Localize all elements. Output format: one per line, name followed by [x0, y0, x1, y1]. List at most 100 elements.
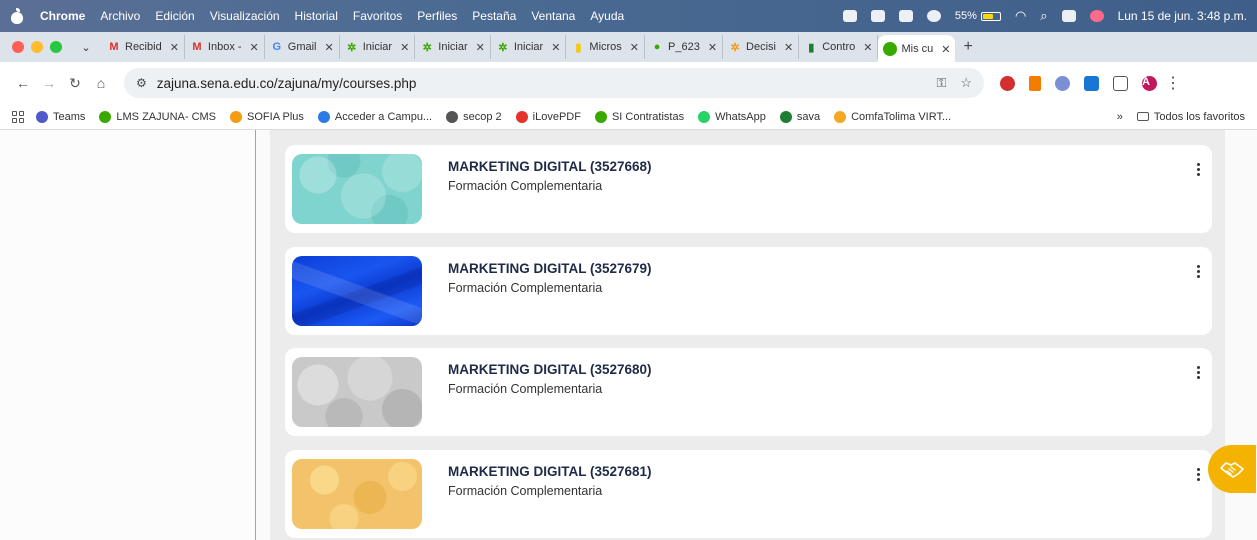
course-thumbnail[interactable] [292, 256, 422, 326]
help-handshake-button[interactable] [1208, 445, 1256, 493]
bookmark-item[interactable]: LMS ZAJUNA- CMS [99, 110, 217, 123]
profile-avatar[interactable]: A [1142, 75, 1157, 91]
tab-3[interactable]: ✲ Iniciar ✕ [340, 35, 416, 59]
all-bookmarks-folder[interactable]: Todos los favoritos [1136, 111, 1245, 123]
bookmark-favicon-icon [698, 110, 711, 123]
tab-7[interactable]: ● P_623 ✕ [645, 35, 724, 59]
bookmark-item[interactable]: secop 2 [446, 110, 502, 123]
siri-icon[interactable] [1089, 10, 1104, 22]
tab-1[interactable]: M Inbox - ✕ [185, 35, 265, 59]
close-tab-icon[interactable]: ✕ [250, 41, 259, 54]
close-tab-icon[interactable]: ✕ [170, 41, 179, 54]
close-tab-icon[interactable]: ✕ [708, 41, 717, 54]
tab-4[interactable]: ✲ Iniciar ✕ [415, 35, 491, 59]
bookmark-item[interactable]: SOFIA Plus [230, 110, 304, 123]
course-card[interactable]: MARKETING DIGITAL (3527681) Formación Com… [285, 450, 1212, 538]
bookmark-item[interactable]: sava [779, 110, 820, 123]
sena-icon: ✲ [498, 41, 508, 54]
close-tab-icon[interactable]: ✕ [325, 41, 334, 54]
extension-red-icon[interactable] [1000, 75, 1015, 91]
teams-status-icon[interactable] [842, 10, 857, 22]
menu-pestana[interactable]: Pestaña [472, 9, 516, 23]
close-tab-icon[interactable]: ✕ [476, 41, 485, 54]
course-card[interactable]: MARKETING DIGITAL (3527680) Formación Com… [285, 348, 1212, 436]
bookmark-item[interactable]: WhatsApp [698, 110, 766, 123]
close-tab-icon[interactable]: ✕ [863, 41, 872, 54]
battery-indicator[interactable]: 55% [955, 10, 1001, 22]
chrome-menu-icon[interactable]: ⋮ [1165, 73, 1181, 93]
home-button[interactable]: ⌂ [90, 75, 112, 91]
course-actions-kebab-icon[interactable] [1188, 362, 1208, 382]
menu-app-name[interactable]: Chrome [40, 9, 85, 23]
bookmark-item[interactable]: iLovePDF [515, 110, 581, 123]
extension-orange-icon[interactable] [1029, 75, 1041, 91]
bookmark-item[interactable]: ComfaTolima VIRT... [834, 110, 951, 123]
tab-9[interactable]: ▮ Contro ✕ [799, 35, 879, 59]
menu-ayuda[interactable]: Ayuda [590, 9, 624, 23]
course-title[interactable]: MARKETING DIGITAL (3527681) [448, 464, 652, 479]
tab-2[interactable]: G Gmail ✕ [265, 35, 340, 59]
wifi-icon[interactable]: ◠ [1015, 8, 1026, 24]
bookmark-star-icon[interactable]: ☆ [960, 75, 972, 91]
zoom-window-button[interactable] [50, 41, 62, 53]
cloud-icon[interactable] [870, 10, 885, 22]
site-info-icon[interactable]: ⚙ [136, 76, 147, 90]
tab-6[interactable]: ▮ Micros ✕ [566, 35, 646, 59]
apps-grid-icon[interactable] [12, 110, 24, 123]
course-card[interactable]: MARKETING DIGITAL (3527668) Formación Com… [285, 145, 1212, 233]
bookmark-label: iLovePDF [532, 110, 581, 123]
more-bookmarks-button[interactable]: » [1117, 111, 1123, 123]
menu-historial[interactable]: Historial [295, 9, 338, 23]
minimize-window-button[interactable] [31, 41, 43, 53]
close-tab-icon[interactable]: ✕ [941, 43, 950, 56]
close-tab-icon[interactable]: ✕ [784, 41, 793, 54]
app-status-icon[interactable] [898, 10, 913, 22]
course-title[interactable]: MARKETING DIGITAL (3527679) [448, 261, 652, 276]
close-tab-icon[interactable]: ✕ [400, 41, 409, 54]
close-tab-icon[interactable]: ✕ [551, 41, 560, 54]
course-thumbnail[interactable] [292, 154, 422, 224]
course-actions-kebab-icon[interactable] [1188, 464, 1208, 484]
bookmark-item[interactable]: Acceder a Campu... [317, 110, 432, 123]
back-button[interactable]: ← [12, 75, 34, 91]
course-title[interactable]: MARKETING DIGITAL (3527668) [448, 159, 652, 174]
menubar-clock[interactable]: Lun 15 de jun. 3:48 p.m. [1118, 9, 1247, 23]
forward-button[interactable]: → [38, 75, 60, 91]
menu-perfiles[interactable]: Perfiles [417, 9, 457, 23]
course-actions-kebab-icon[interactable] [1188, 261, 1208, 281]
course-thumbnail[interactable] [292, 459, 422, 529]
address-bar[interactable]: ⚙ zajuna.sena.edu.co/zajuna/my/courses.p… [124, 68, 984, 98]
course-actions-kebab-icon[interactable] [1188, 159, 1208, 179]
menu-favoritos[interactable]: Favoritos [353, 9, 402, 23]
settings-status-icon[interactable] [926, 10, 941, 22]
tab-5[interactable]: ✲ Iniciar ✕ [491, 35, 567, 59]
menu-ventana[interactable]: Ventana [531, 9, 575, 23]
close-tab-icon[interactable]: ✕ [630, 41, 639, 54]
bookmark-label: LMS ZAJUNA- CMS [116, 110, 217, 123]
course-title[interactable]: MARKETING DIGITAL (3527680) [448, 362, 652, 377]
tab-8[interactable]: ✲ Decisi ✕ [723, 35, 800, 59]
course-thumbnail[interactable] [292, 357, 422, 427]
course-card[interactable]: MARKETING DIGITAL (3527679) Formación Com… [285, 247, 1212, 335]
reload-button[interactable]: ↻ [64, 75, 86, 92]
menu-visualizacion[interactable]: Visualización [210, 9, 280, 23]
extension-globe-icon[interactable] [1055, 75, 1070, 91]
extensions-puzzle-icon[interactable] [1113, 75, 1128, 91]
menu-edicion[interactable]: Edición [155, 9, 194, 23]
close-window-button[interactable] [12, 41, 24, 53]
bookmark-favicon-icon [779, 110, 792, 123]
address-url[interactable]: zajuna.sena.edu.co/zajuna/my/courses.php [157, 76, 417, 91]
password-key-icon[interactable]: ⚿ [936, 75, 946, 91]
control-center-icon[interactable] [1061, 10, 1076, 22]
new-tab-button[interactable]: + [963, 38, 972, 56]
tab-search-chevron-icon[interactable]: ⌄ [76, 41, 96, 54]
tab-0[interactable]: M Recibid ✕ [102, 35, 185, 59]
page-content: MARKETING DIGITAL (3527668) Formación Com… [0, 130, 1257, 540]
bookmark-item[interactable]: Teams [36, 110, 85, 123]
bookmark-item[interactable]: SI Contratistas [594, 110, 684, 123]
tab-active[interactable]: Mis cu ✕ [878, 35, 956, 63]
apple-icon[interactable] [10, 8, 24, 24]
menu-archivo[interactable]: Archivo [100, 9, 140, 23]
spotlight-search-icon[interactable]: ⌕ [1040, 8, 1047, 24]
extension-blue-icon[interactable] [1084, 75, 1099, 91]
